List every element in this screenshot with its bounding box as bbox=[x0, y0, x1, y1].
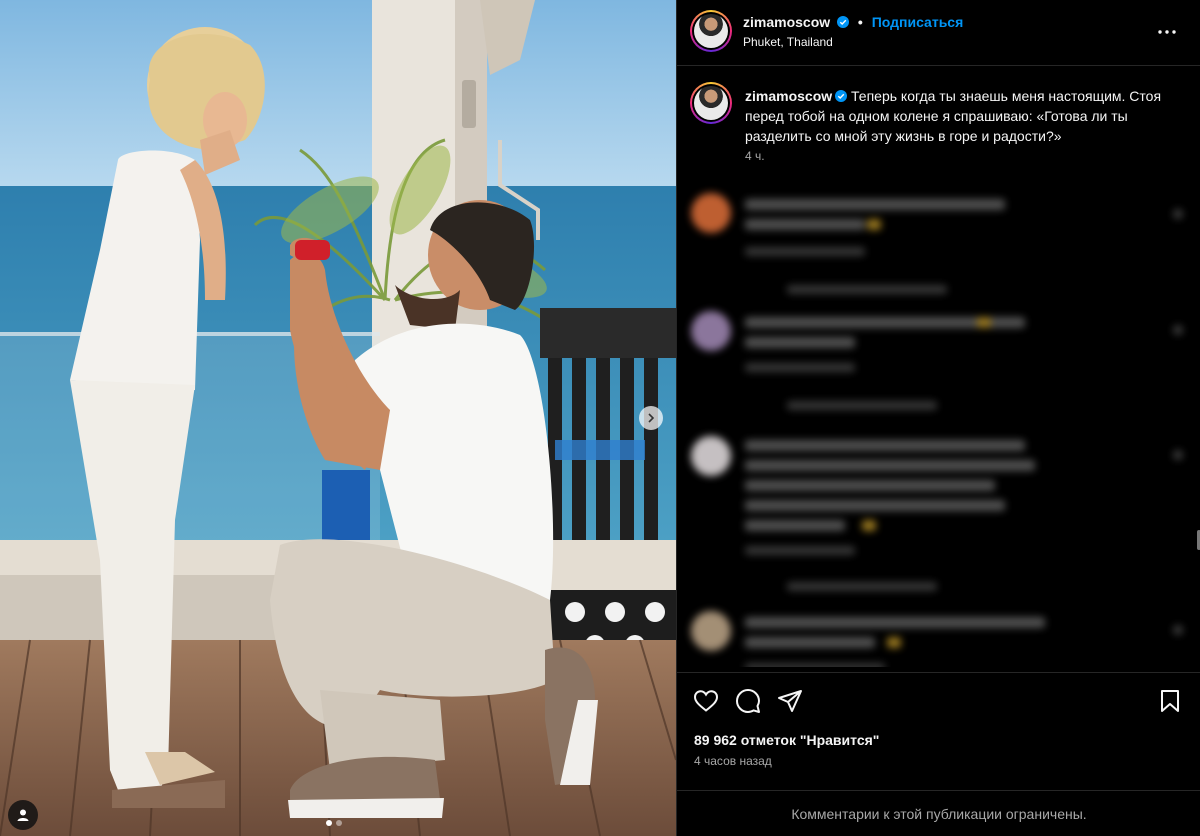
caption-username[interactable]: zimamoscow bbox=[745, 88, 832, 104]
like-button[interactable] bbox=[692, 687, 720, 715]
carousel-dot bbox=[336, 820, 342, 826]
author-avatar[interactable] bbox=[690, 10, 732, 52]
likes-count[interactable]: 89 962 отметок "Нравится" bbox=[694, 732, 879, 748]
proposal-photo bbox=[0, 0, 676, 836]
comment-button[interactable] bbox=[734, 687, 762, 715]
caption-avatar[interactable] bbox=[690, 82, 732, 124]
caption-time[interactable]: 4 ч. bbox=[745, 149, 765, 163]
carousel-next-button[interactable] bbox=[639, 406, 663, 430]
carousel-indicator bbox=[326, 820, 342, 826]
comment-icon bbox=[736, 689, 760, 713]
more-options-icon bbox=[1158, 30, 1176, 34]
comments-list[interactable] bbox=[677, 175, 1200, 667]
verified-badge-icon bbox=[837, 16, 850, 28]
post-side-panel: zimamoscow • Подписаться Phuket, Thailan… bbox=[676, 0, 1200, 836]
more-options-button[interactable] bbox=[1155, 20, 1179, 44]
carousel-dot-active bbox=[326, 820, 332, 826]
bookmark-icon bbox=[1161, 690, 1179, 712]
post-header: zimamoscow • Подписаться Phuket, Thailan… bbox=[677, 0, 1200, 66]
caption-text-block: zimamoscow Теперь когда ты знаешь меня н… bbox=[745, 86, 1165, 146]
follow-button[interactable]: Подписаться bbox=[872, 14, 964, 30]
chevron-right-icon bbox=[648, 413, 655, 423]
author-username[interactable]: zimamoscow bbox=[743, 14, 830, 30]
heart-icon bbox=[693, 690, 719, 712]
comments-restricted-notice: Комментарии к этой публикации ограничены… bbox=[677, 790, 1200, 836]
posted-time[interactable]: 4 часов назад bbox=[694, 754, 772, 768]
save-button[interactable] bbox=[1156, 687, 1184, 715]
post-actions: 89 962 отметок "Нравится" 4 часов назад … bbox=[677, 672, 1200, 836]
tagged-users-button[interactable] bbox=[8, 800, 38, 830]
user-tag-icon bbox=[17, 809, 29, 821]
share-icon bbox=[778, 690, 802, 712]
verified-badge-icon bbox=[835, 90, 848, 102]
post-photo[interactable] bbox=[0, 0, 676, 836]
header-username-row: zimamoscow • Подписаться bbox=[743, 14, 963, 30]
share-button[interactable] bbox=[776, 687, 804, 715]
post-location[interactable]: Phuket, Thailand bbox=[743, 35, 833, 49]
separator-dot: • bbox=[857, 14, 863, 30]
